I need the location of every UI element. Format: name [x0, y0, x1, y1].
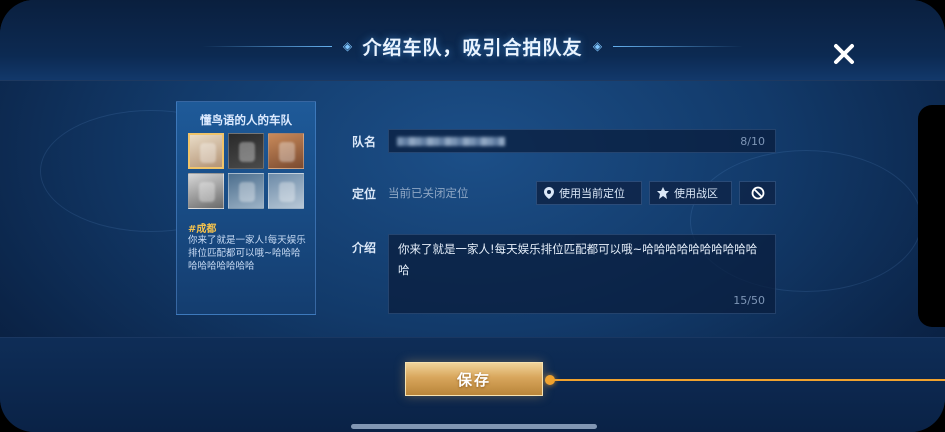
card-team-name: 懂鸟语的人的车队 [200, 113, 292, 127]
title-group: ◈ 介绍车队，吸引合拍队友 ◈ [0, 28, 945, 64]
intro-text-value: 你来了就是一家人!每天娱乐排位匹配都可以哦~哈哈哈哈哈哈哈哈哈哈哈 [398, 242, 758, 277]
card-city-tag: #成都 [188, 224, 217, 235]
use-current-location-button[interactable]: 使用当前定位 [536, 181, 642, 205]
intro-textarea[interactable]: 你来了就是一家人!每天娱乐排位匹配都可以哦~哈哈哈哈哈哈哈哈哈哈哈 15/50 [388, 234, 776, 314]
avatar-blur [199, 182, 215, 202]
use-battle-zone-label: 使用战区 [674, 187, 718, 200]
title-divider-left [202, 45, 333, 47]
save-label: 保存 [456, 370, 491, 389]
disable-location-button[interactable] [739, 181, 776, 205]
member-avatar [228, 173, 264, 209]
ornament-icon: ◈ [342, 39, 353, 53]
team-name-input[interactable]: 8/10 [388, 129, 776, 153]
team-preview-card: 懂鸟语的人的车队 #成都 你来了就是一家人!每天娱乐排位匹配都可以哦~哈哈哈哈哈… [176, 101, 316, 315]
use-current-location-label: 使用当前定位 [559, 187, 625, 200]
member-avatar [228, 133, 264, 169]
close-icon [834, 44, 854, 64]
battle-zone-icon [657, 187, 669, 199]
guide-line [549, 379, 945, 381]
location-pin-icon [544, 187, 554, 199]
avatar-grid [188, 133, 304, 209]
blurred-name-value [397, 137, 505, 146]
name-char-counter: 8/10 [740, 135, 765, 148]
home-indicator[interactable] [351, 424, 597, 429]
name-label: 队名 [352, 135, 377, 149]
avatar-blur [200, 143, 216, 163]
location-status: 当前已关闭定位 [388, 186, 469, 200]
avatar-blur [239, 142, 255, 162]
intro-label: 介绍 [352, 241, 377, 255]
page-title: 介绍车队，吸引合拍队友 [362, 36, 583, 59]
game-screen: ◈ 介绍车队，吸引合拍队友 ◈ 懂鸟语的人的车队 #成都 你来了就是一家人!每天… [0, 0, 945, 432]
title-divider-right [612, 45, 743, 47]
guide-dot [545, 375, 555, 385]
member-avatar [268, 133, 304, 169]
header-bar: ◈ 介绍车队，吸引合拍队友 ◈ [0, 0, 945, 81]
card-description: 你来了就是一家人!每天娱乐排位匹配都可以哦~哈哈哈哈哈哈哈哈哈哈 [188, 235, 306, 272]
side-drawer-handle[interactable] [918, 105, 945, 327]
close-button[interactable] [828, 38, 860, 70]
member-avatar [188, 133, 224, 169]
prohibit-icon [751, 186, 764, 200]
location-label: 定位 [352, 187, 377, 201]
avatar-blur [239, 182, 255, 202]
use-battle-zone-button[interactable]: 使用战区 [649, 181, 732, 205]
save-button[interactable]: 保存 [405, 362, 543, 396]
intro-char-counter: 15/50 [733, 294, 765, 307]
avatar-blur [279, 182, 295, 202]
member-avatar [268, 173, 304, 209]
avatar-blur [279, 142, 295, 162]
ornament-icon: ◈ [592, 39, 603, 53]
member-avatar [188, 173, 224, 209]
